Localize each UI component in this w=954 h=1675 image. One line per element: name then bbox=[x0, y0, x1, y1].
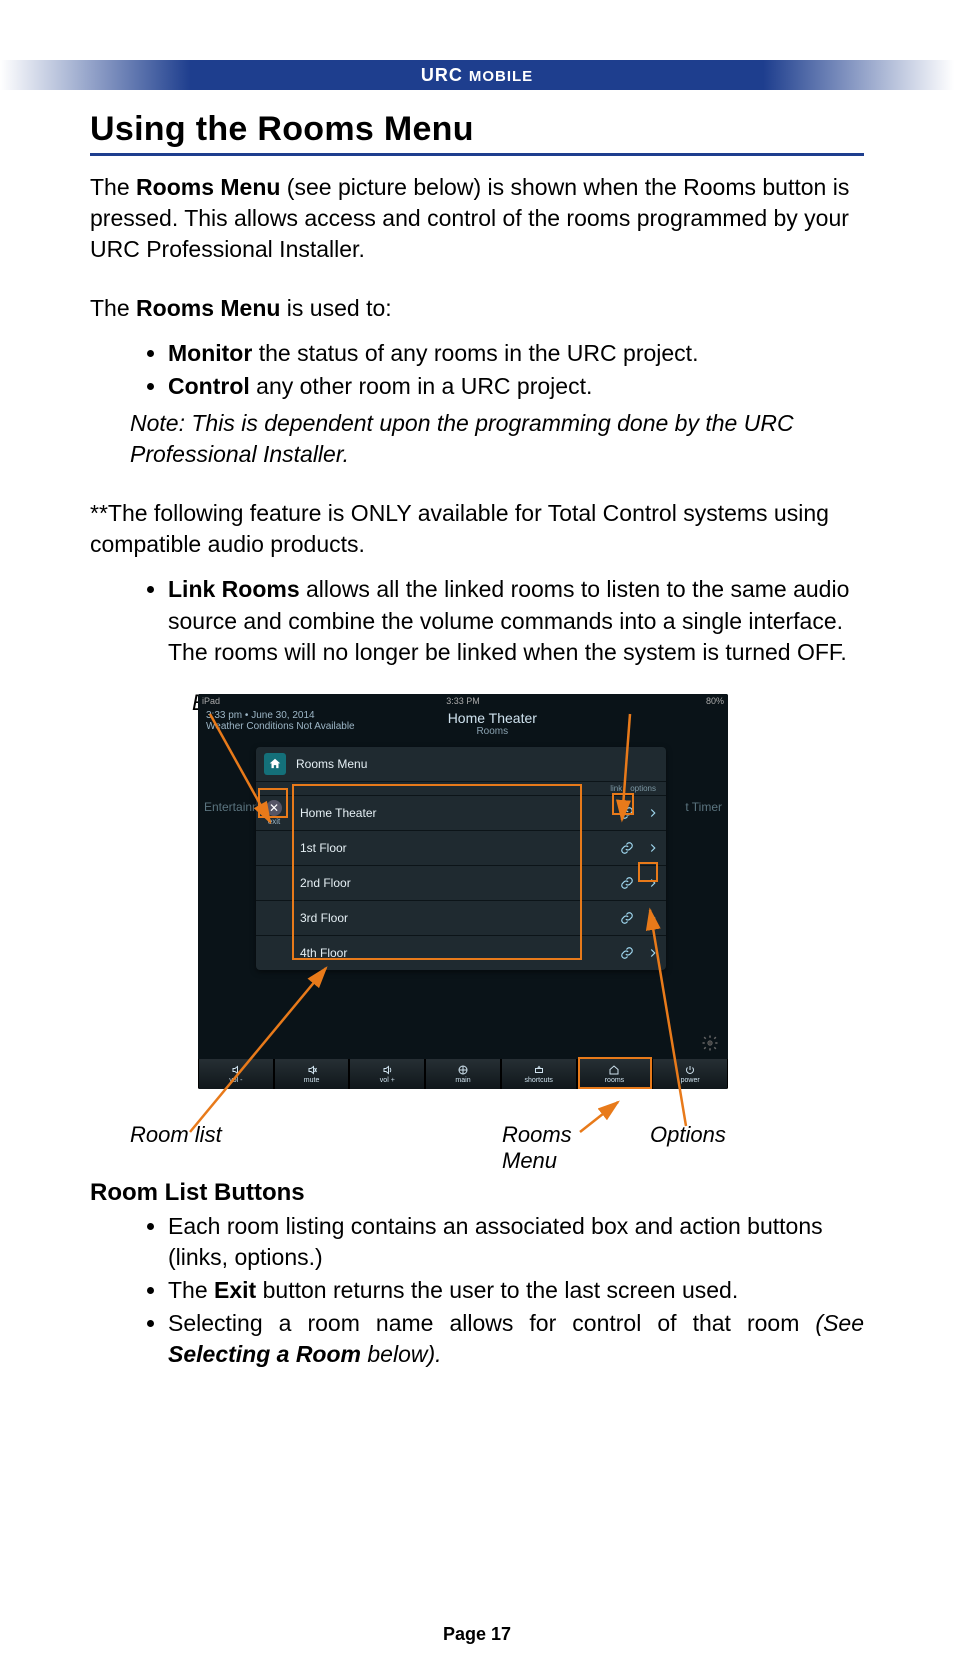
col-link-label: link bbox=[610, 784, 622, 793]
option-arrow-2[interactable] bbox=[640, 873, 666, 893]
link-icon-0[interactable] bbox=[614, 803, 640, 823]
top-info-weather: Weather Conditions Not Available bbox=[206, 721, 355, 732]
tab-rooms[interactable]: rooms bbox=[577, 1059, 653, 1089]
col-options-label: options bbox=[630, 784, 656, 793]
bullets-room-list: Each room listing contains an associated… bbox=[90, 1211, 864, 1370]
intro-paragraph: The Rooms Menu (see picture below) is sh… bbox=[90, 172, 864, 265]
room-row-1[interactable]: 1st Floor bbox=[256, 830, 666, 865]
screenshot: iPad 3:33 PM 80% 3:33 pm • June 30, 2014… bbox=[198, 694, 728, 1089]
statusbar: iPad 3:33 PM 80% bbox=[198, 694, 728, 708]
bg-label-timer: t Timer bbox=[685, 800, 722, 814]
option-arrow-0[interactable] bbox=[640, 803, 666, 823]
tab-vol-up[interactable]: vol + bbox=[349, 1059, 425, 1089]
gear-icon[interactable] bbox=[698, 1031, 722, 1055]
bullet2-2: Selecting a room name allows for control… bbox=[168, 1308, 864, 1370]
tab-main[interactable]: main bbox=[425, 1059, 501, 1089]
option-arrow-1[interactable] bbox=[640, 838, 666, 858]
exit-button[interactable]: ✕ exit bbox=[256, 800, 292, 826]
subheading-room-list-buttons: Room List Buttons bbox=[90, 1179, 864, 1207]
caveat-line: **The following feature is ONLY availabl… bbox=[90, 498, 864, 560]
status-center: 3:33 PM bbox=[446, 694, 480, 708]
section-rule bbox=[90, 153, 864, 156]
status-left: iPad bbox=[202, 694, 220, 708]
exit-label: exit bbox=[268, 817, 280, 826]
rooms-menu-title: Rooms Menu bbox=[296, 757, 367, 771]
room-name-1[interactable]: 1st Floor bbox=[292, 841, 614, 855]
status-right: 80% bbox=[706, 694, 724, 708]
top-info-title: Home Theater bbox=[448, 710, 537, 726]
link-icon-1[interactable] bbox=[614, 838, 640, 858]
bullet-monitor: Monitor the status of any rooms in the U… bbox=[168, 338, 864, 369]
tab-shortcuts[interactable]: shortcuts bbox=[501, 1059, 577, 1089]
header-bar: URC MOBILE bbox=[0, 60, 954, 90]
top-info-sub: Rooms bbox=[448, 726, 537, 737]
rooms-menu-panel: Rooms Menu link options ✕ exit Home Thea… bbox=[256, 747, 666, 970]
callout-options: Options bbox=[650, 1122, 726, 1148]
link-icon-2[interactable] bbox=[614, 873, 640, 893]
note-dependency: Note: This is dependent upon the program… bbox=[130, 408, 864, 470]
room-row-0[interactable]: ✕ exit Home Theater bbox=[256, 795, 666, 830]
tabbar: vol - mute vol + main shortcuts rooms po… bbox=[198, 1059, 728, 1089]
link-icon-4[interactable] bbox=[614, 943, 640, 963]
room-name-4[interactable]: 4th Floor bbox=[292, 946, 614, 960]
callout-rooms-menu: Rooms Menu bbox=[502, 1122, 572, 1174]
room-name-0[interactable]: Home Theater bbox=[292, 806, 614, 820]
page-number: Page 17 bbox=[0, 1624, 954, 1645]
link-icon-3[interactable] bbox=[614, 908, 640, 928]
top-info: 3:33 pm • June 30, 2014 Weather Conditio… bbox=[198, 708, 728, 750]
option-arrow-3[interactable] bbox=[640, 908, 666, 928]
bullet2-0: Each room listing contains an associated… bbox=[168, 1211, 864, 1273]
callout-room-list: Room list bbox=[130, 1122, 222, 1148]
used-to-line: The Rooms Menu is used to: bbox=[90, 293, 864, 324]
bullet-link-rooms: Link Rooms allows all the linked rooms t… bbox=[168, 574, 864, 667]
header-title-b: MOBILE bbox=[469, 68, 533, 85]
menu-col-headers: link options bbox=[256, 782, 666, 795]
tab-power[interactable]: power bbox=[652, 1059, 728, 1089]
home-icon bbox=[264, 753, 286, 775]
option-arrow-4[interactable] bbox=[640, 943, 666, 963]
bullets-link-rooms: Link Rooms allows all the linked rooms t… bbox=[90, 574, 864, 667]
header-title-a: URC bbox=[421, 65, 469, 85]
tab-mute[interactable]: mute bbox=[274, 1059, 350, 1089]
rooms-menu-title-row: Rooms Menu bbox=[256, 747, 666, 782]
room-row-4[interactable]: 4th Floor bbox=[256, 935, 666, 970]
room-name-3[interactable]: 3rd Floor bbox=[292, 911, 614, 925]
section-title: Using the Rooms Menu bbox=[90, 110, 864, 149]
room-name-2[interactable]: 2nd Floor bbox=[292, 876, 614, 890]
room-row-2[interactable]: 2nd Floor bbox=[256, 865, 666, 900]
figure-wrap: Exit Links iPad 3:33 PM 80% 3:33 pm • Ju… bbox=[130, 694, 820, 1089]
room-row-3[interactable]: 3rd Floor bbox=[256, 900, 666, 935]
tab-vol-down[interactable]: vol - bbox=[198, 1059, 274, 1089]
bullet-control: Control any other room in a URC project. bbox=[168, 371, 864, 402]
bullets-primary: Monitor the status of any rooms in the U… bbox=[90, 338, 864, 402]
close-icon: ✕ bbox=[266, 800, 282, 816]
bullet2-1: The Exit button returns the user to the … bbox=[168, 1275, 864, 1306]
top-info-time: 3:33 pm • June 30, 2014 bbox=[206, 710, 355, 721]
